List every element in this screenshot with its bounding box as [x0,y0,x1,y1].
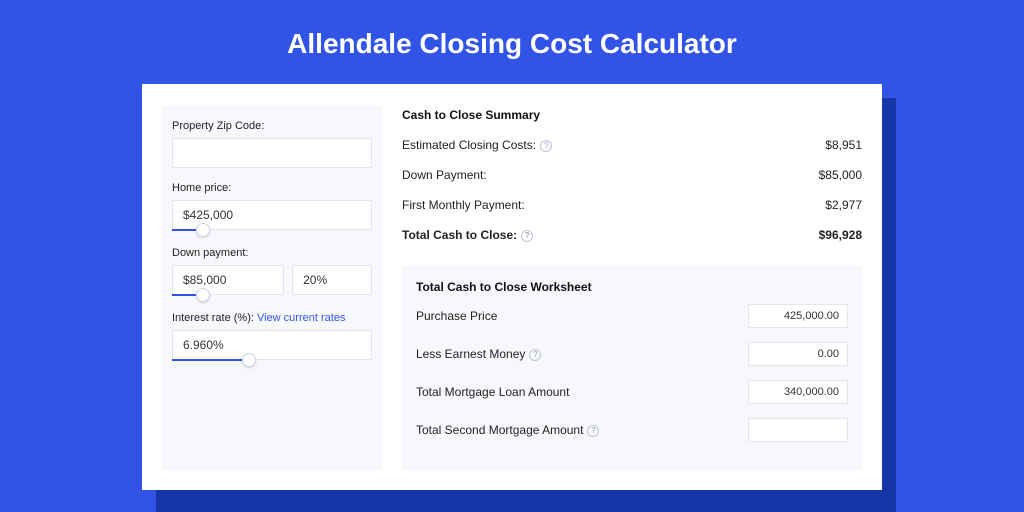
slider-thumb[interactable] [242,353,256,367]
summary-row-value: $8,951 [825,138,862,152]
help-icon[interactable]: ? [521,230,533,242]
worksheet-value-input[interactable] [748,418,848,442]
summary-section: Cash to Close Summary Estimated Closing … [402,108,862,252]
down-payment-pct-input[interactable] [292,265,372,295]
page-title: Allendale Closing Cost Calculator [287,28,737,60]
summary-row-value: $2,977 [825,198,862,212]
down-payment-slider[interactable] [172,294,290,298]
summary-row-label: Estimated Closing Costs:? [402,138,552,152]
interest-rate-input[interactable] [172,330,372,360]
home-price-label: Home price: [172,182,372,194]
summary-row-value: $96,928 [819,228,862,242]
calculator-card: Property Zip Code: Home price: Down paym… [142,84,882,490]
summary-title: Cash to Close Summary [402,108,862,122]
down-payment-input[interactable] [172,265,284,295]
worksheet-value-input[interactable] [748,380,848,404]
worksheet-row: Total Mortgage Loan Amount [416,380,848,404]
interest-rate-slider[interactable] [172,359,372,363]
help-icon[interactable]: ? [587,425,599,437]
interest-rate-label: Interest rate (%): View current rates [172,312,372,324]
worksheet-row-label: Purchase Price [416,309,497,323]
field-down-payment: Down payment: [172,247,372,298]
inputs-panel: Property Zip Code: Home price: Down paym… [162,106,382,470]
summary-row-value: $85,000 [819,168,862,182]
worksheet-row-label: Total Second Mortgage Amount? [416,423,599,437]
home-price-slider[interactable] [172,229,372,233]
field-home-price: Home price: [172,182,372,233]
summary-row: Estimated Closing Costs:? $8,951 [402,132,862,162]
help-icon[interactable]: ? [540,140,552,152]
view-rates-link[interactable]: View current rates [257,312,345,324]
worksheet-row-label: Less Earnest Money? [416,347,541,361]
slider-thumb[interactable] [196,223,210,237]
summary-row-label: Down Payment: [402,168,487,182]
field-interest-rate: Interest rate (%): View current rates [172,312,372,363]
worksheet-row: Less Earnest Money? [416,342,848,366]
down-payment-label: Down payment: [172,247,372,259]
summary-row-label: First Monthly Payment: [402,198,525,212]
calculator-card-wrap: Property Zip Code: Home price: Down paym… [142,84,882,490]
summary-row: Down Payment: $85,000 [402,162,862,192]
worksheet-row: Total Second Mortgage Amount? [416,418,848,442]
results-panel: Cash to Close Summary Estimated Closing … [402,106,862,470]
worksheet-row-label: Total Mortgage Loan Amount [416,385,569,399]
help-icon[interactable]: ? [529,349,541,361]
summary-row: First Monthly Payment: $2,977 [402,192,862,222]
zip-label: Property Zip Code: [172,120,372,132]
worksheet-title: Total Cash to Close Worksheet [416,280,848,294]
worksheet-section: Total Cash to Close Worksheet Purchase P… [402,266,862,470]
worksheet-row: Purchase Price [416,304,848,328]
worksheet-value-input[interactable] [748,304,848,328]
summary-row: Total Cash to Close:? $96,928 [402,222,862,252]
worksheet-value-input[interactable] [748,342,848,366]
rate-label-text: Interest rate (%): [172,312,257,324]
zip-input[interactable] [172,138,372,168]
field-zip: Property Zip Code: [172,120,372,168]
slider-thumb[interactable] [196,288,210,302]
summary-row-label: Total Cash to Close:? [402,228,533,242]
